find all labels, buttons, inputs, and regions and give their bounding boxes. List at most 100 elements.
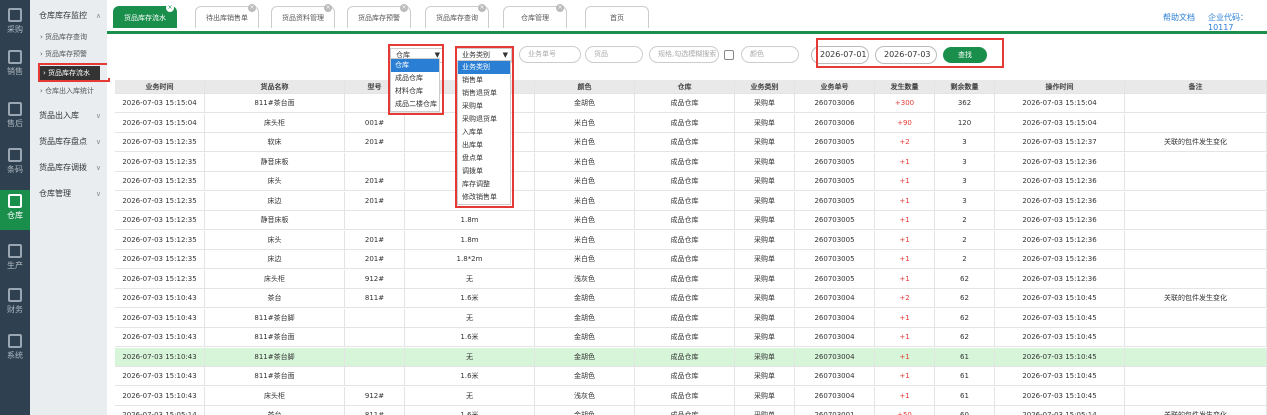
cell-order-no: 260703005 — [795, 172, 875, 191]
cell-remark — [1125, 328, 1267, 347]
table-row[interactable]: 2026-07-03 15:12:35 床边 201# 米白色 成品仓库 采购单 26070… — [115, 191, 1267, 211]
cell-qty: +2 — [875, 133, 935, 152]
close-icon[interactable]: × — [324, 4, 332, 12]
cell-warehouse: 成品仓库 — [635, 289, 735, 308]
fuzzy-search-checkbox[interactable] — [724, 50, 734, 60]
menu-item-stock-warning[interactable]: › 货品库存预警 — [30, 47, 107, 61]
cell-spec: 1.8m — [405, 211, 535, 230]
warehouse-icon — [8, 194, 22, 208]
tab-goods-data[interactable]: 货品资料管理 × — [271, 4, 335, 28]
table-row[interactable]: 2026-07-03 15:10:43 811#茶台面 1.6米 金胡色 成品仓库 采购单… — [115, 328, 1267, 347]
close-icon[interactable]: × — [166, 4, 174, 12]
table-row[interactable]: 2026-07-03 15:05:14 茶台 811# 1.6米 金胡色 成品仓库 采购单 2… — [115, 406, 1267, 415]
cell-qty: +2 — [875, 289, 935, 308]
rail-item-purchase[interactable]: 采购 — [0, 4, 30, 44]
table-row[interactable]: 2026-07-03 15:12:35 床头 201# 米白色 成品仓库 采购单 26070… — [115, 172, 1267, 191]
cell-model — [345, 328, 405, 347]
tab-stock-query[interactable]: 货品库存查询 × — [425, 4, 489, 28]
cell-remark: 关联的包件发生变化 — [1125, 133, 1267, 152]
table-header: 业务时间货品名称型号规格颜色仓库业务类别业务单号发生数量剩余数量操作时间备注 — [115, 80, 1267, 94]
chevron-down-icon: ∨ — [95, 138, 101, 146]
cell-qty: +1 — [875, 172, 935, 191]
cell-qty: +1 — [875, 230, 935, 250]
table-row[interactable]: 2026-07-03 15:12:35 床头柜 912# 无浅灰色 成品仓库 采购单 260… — [115, 269, 1267, 289]
cell-qty: +300 — [875, 94, 935, 113]
table-row[interactable]: 2026-07-03 15:10:43 811#茶台面 1.6米 金胡色 成品仓库 采购单… — [115, 367, 1267, 386]
menu-item-stock-query[interactable]: › 货品库存查询 — [30, 30, 107, 44]
cell-model — [345, 347, 405, 367]
rail-item-system[interactable]: 系统 — [0, 330, 30, 370]
menu-group-label: 货品库存盘点 — [39, 137, 87, 146]
tab-home[interactable]: 首页 — [585, 6, 649, 28]
table-row[interactable]: 2026-07-03 15:12:35 静音床板 1.8m 米白色 成品仓库 采购单 260… — [115, 211, 1267, 230]
cell-order-no: 260703004 — [795, 289, 875, 308]
menu-group-goods-inout[interactable]: 货品出入库 ∨ — [30, 106, 107, 126]
goods-input[interactable]: 货品 — [585, 46, 643, 63]
cell-order-no: 260703004 — [795, 328, 875, 347]
cell-remain: 3 — [935, 172, 995, 191]
close-icon[interactable]: × — [248, 4, 256, 12]
tab-stock-flow[interactable]: 货品库存流水 × — [113, 4, 177, 28]
cell-goods-name: 茶台 — [205, 406, 345, 415]
table-row[interactable]: 2026-07-03 15:10:43 811#茶台脚 无金胡色 成品仓库 采购单 260… — [115, 308, 1267, 328]
rail-item-warehouse[interactable]: 仓库 — [0, 190, 30, 230]
cell-remain: 62 — [935, 289, 995, 308]
cell-qty: +1 — [875, 386, 935, 406]
table-row[interactable]: 2026-07-03 15:10:43 811#茶台脚 无金胡色 成品仓库 采购单 260… — [115, 347, 1267, 367]
help-docs-link[interactable]: 帮助文档 — [1163, 12, 1195, 23]
close-icon[interactable]: × — [478, 4, 486, 12]
tab-pending-sales[interactable]: 待出库销售单 × — [195, 4, 259, 28]
cell-remain: 120 — [935, 113, 995, 133]
cell-op-time: 2026-07-03 15:12:36 — [995, 152, 1125, 172]
table-row[interactable]: 2026-07-03 15:12:35 床头 201# 1.8m 米白色 成品仓库 采购单 2… — [115, 230, 1267, 250]
spec-input[interactable]: 规格,勾选模糊搜索 — [649, 46, 719, 63]
tab-stock-warning[interactable]: 货品库存预警 × — [347, 4, 411, 28]
column-header-warehouse[interactable]: 仓库 — [635, 80, 735, 94]
cell-spec: 1.6米 — [405, 289, 535, 308]
column-header-color[interactable]: 颜色 — [535, 80, 635, 94]
cell-goods-name: 床头柜 — [205, 386, 345, 406]
rail-item-barcode[interactable]: 条码 — [0, 144, 30, 184]
table-row[interactable]: 2026-07-03 15:15:04 床头柜 001# 米白色 成品仓库 采购单 2607… — [115, 113, 1267, 133]
table-row[interactable]: 2026-07-03 15:10:43 床头柜 912# 无浅灰色 成品仓库 采购单 260… — [115, 386, 1267, 406]
cell-remain: 3 — [935, 133, 995, 152]
menu-group-stocktake[interactable]: 货品库存盘点 ∨ — [30, 132, 107, 152]
cell-model: 912# — [345, 269, 405, 289]
column-header-type[interactable]: 业务类别 — [735, 80, 795, 94]
column-header-goods-name[interactable]: 货品名称 — [205, 80, 345, 94]
rail-item-finance[interactable]: 财务 — [0, 284, 30, 324]
order-no-input[interactable]: 业务单号 — [519, 46, 581, 63]
table-row[interactable]: 2026-07-03 15:15:04 811#茶台面 金胡色 成品仓库 采购单 2607… — [115, 94, 1267, 113]
column-header-time[interactable]: 业务时间 — [115, 80, 205, 94]
column-header-op-time[interactable]: 操作时间 — [995, 80, 1125, 94]
cell-goods-name: 床头柜 — [205, 113, 345, 133]
cell-remain: 62 — [935, 269, 995, 289]
table-row[interactable]: 2026-07-03 15:10:43 茶台 811# 1.6米 金胡色 成品仓库 采购单 2… — [115, 289, 1267, 308]
cell-time: 2026-07-03 15:05:14 — [115, 406, 205, 415]
cell-goods-name: 床边 — [205, 191, 345, 211]
rail-item-aftersales[interactable]: 售后 — [0, 98, 30, 138]
table-row[interactable]: 2026-07-03 15:12:35 静音床板 米白色 成品仓库 采购单 2607030… — [115, 152, 1267, 172]
close-icon[interactable]: × — [556, 4, 564, 12]
cell-type: 采购单 — [735, 113, 795, 133]
rail-item-production[interactable]: 生产 — [0, 240, 30, 280]
cell-order-no: 260703005 — [795, 211, 875, 230]
color-input[interactable]: 颜色 — [741, 46, 799, 63]
menu-item-inout-stats[interactable]: › 仓库出入库统计 — [30, 84, 107, 98]
menu-group-warehouse-mgmt[interactable]: 仓库管理 ∨ — [30, 184, 107, 204]
cell-order-no: 260703004 — [795, 386, 875, 406]
rail-item-sales[interactable]: 销售 — [0, 46, 30, 86]
tab-warehouse-mgmt[interactable]: 仓库管理 × — [503, 4, 567, 28]
column-header-remark[interactable]: 备注 — [1125, 80, 1267, 94]
close-icon[interactable]: × — [400, 4, 408, 12]
cell-remark: 关联的包件发生变化 — [1125, 406, 1267, 415]
cell-op-time: 2026-07-03 15:10:45 — [995, 308, 1125, 328]
column-header-remain[interactable]: 剩余数量 — [935, 80, 995, 94]
column-header-qty[interactable]: 发生数量 — [875, 80, 935, 94]
column-header-order-no[interactable]: 业务单号 — [795, 80, 875, 94]
menu-group-transfer[interactable]: 货品库存调拨 ∨ — [30, 158, 107, 178]
menu-group-stock-monitor[interactable]: 仓库库存监控 ∧ — [30, 6, 107, 26]
table-row[interactable]: 2026-07-03 15:12:35 床边 201# 1.8*2m 米白色 成品仓库 采购… — [115, 250, 1267, 269]
table-row[interactable]: 2026-07-03 15:12:35 软床 201# 米白色 成品仓库 采购单 26070… — [115, 133, 1267, 152]
cell-goods-name: 静音床板 — [205, 152, 345, 172]
